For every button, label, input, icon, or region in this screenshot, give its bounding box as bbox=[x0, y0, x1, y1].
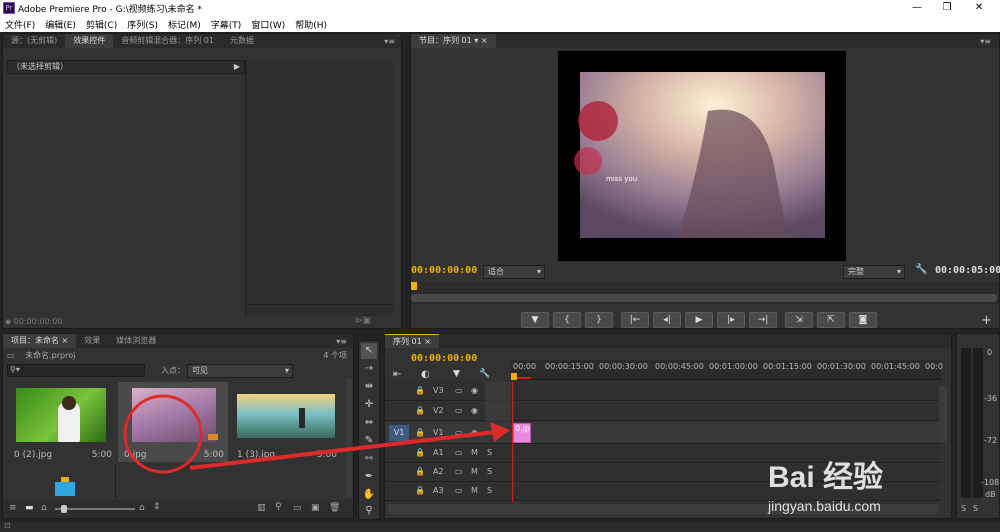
watermark-logo: Bai 经验 bbox=[768, 461, 884, 494]
watermark: Bai 经验 jingyan.baidu.com bbox=[768, 452, 883, 514]
highlight-circle bbox=[123, 394, 203, 474]
status-bar: ⊡ bbox=[0, 521, 1000, 532]
drag-arrow-line bbox=[189, 430, 496, 470]
drag-arrow-head bbox=[490, 422, 510, 442]
status-icon: ⊡ bbox=[4, 521, 11, 530]
watermark-url: jingyan.baidu.com bbox=[768, 498, 881, 514]
